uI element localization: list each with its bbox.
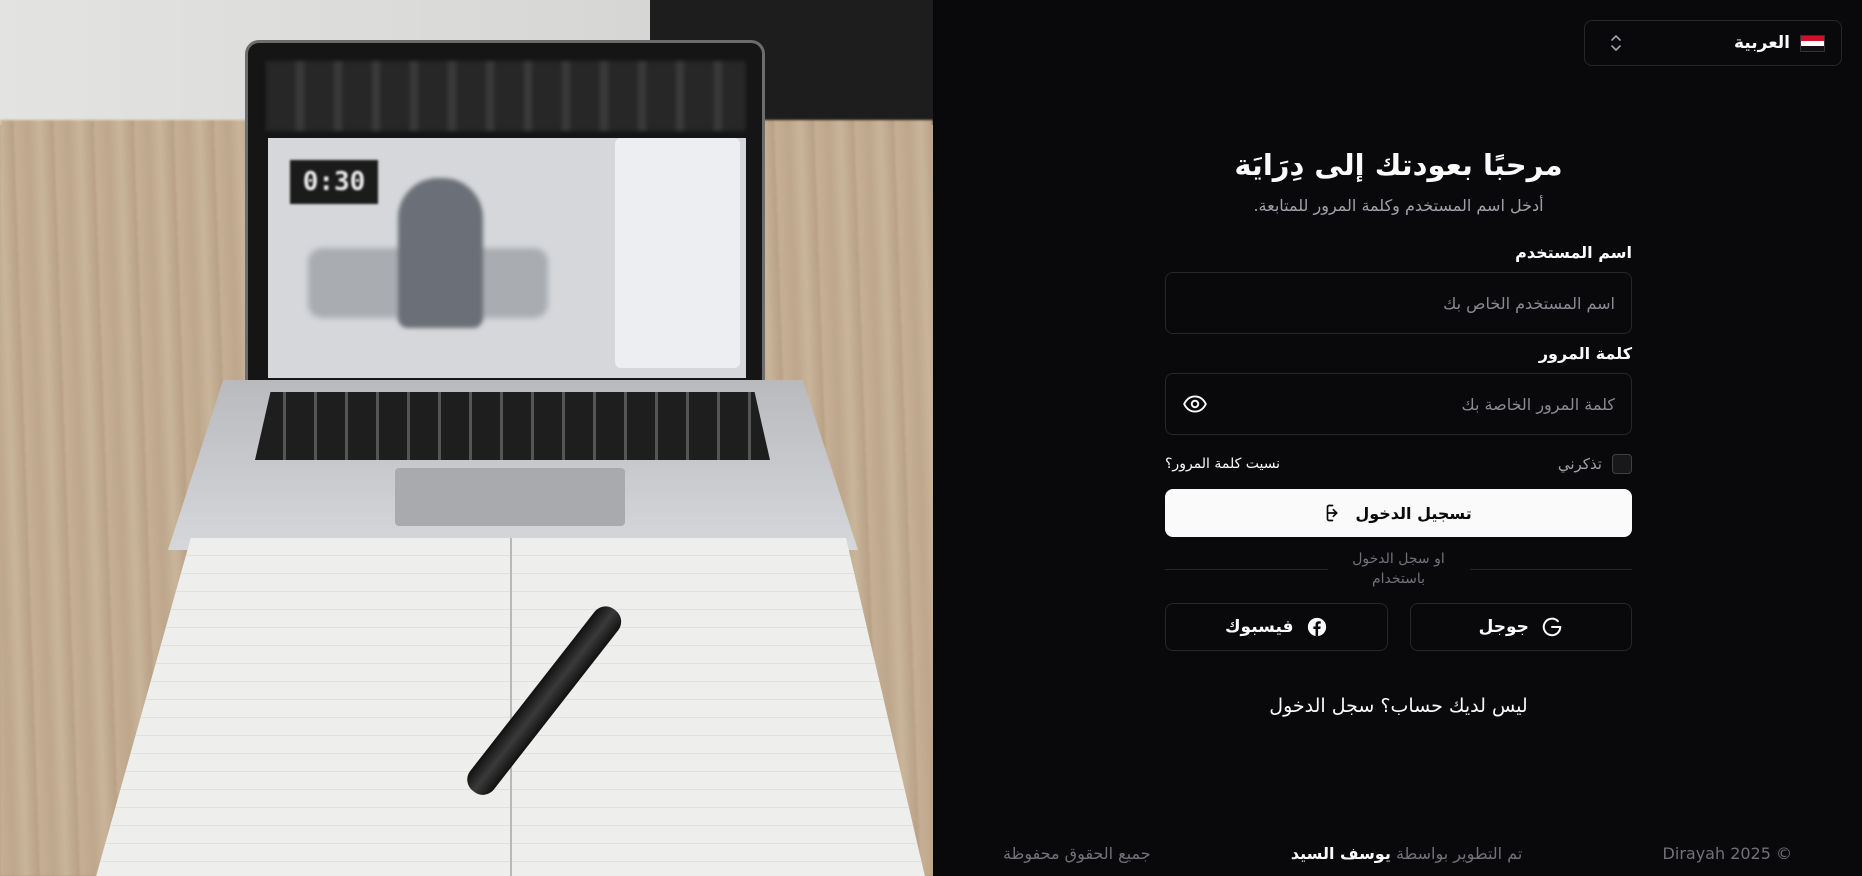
password-label: كلمة المرور (1538, 344, 1632, 363)
photo-trackpad (395, 468, 625, 526)
google-login-label: جوجل (1478, 617, 1529, 637)
forgot-password-link[interactable]: نسيت كلمة المرور؟ (1165, 456, 1280, 472)
facebook-login-label: فيسبوك (1224, 617, 1294, 637)
login-form: مرحبًا بعودتك إلى دِرَايَة أدخل اسم المس… (1165, 140, 1632, 717)
egypt-flag-icon (1800, 34, 1825, 52)
footer-developer-name[interactable]: يوسف السيد (1291, 844, 1391, 863)
remember-me: تذكرني (1558, 454, 1632, 474)
google-icon (1542, 617, 1562, 637)
register-link[interactable]: ليس لديك حساب؟ سجل الدخول (1165, 695, 1632, 717)
username-input[interactable] (1182, 293, 1615, 313)
facebook-icon (1307, 617, 1326, 637)
login-button-label: تسجيل الدخول (1355, 503, 1472, 523)
google-login-button[interactable]: جوجل (1409, 603, 1632, 651)
eye-icon[interactable] (1182, 391, 1208, 417)
login-panel: العربية مرحبًا بعودتك إلى دِرَايَة أدخل … (933, 0, 1862, 876)
login-button[interactable]: تسجيل الدخول (1165, 489, 1632, 537)
username-field-box (1165, 272, 1632, 334)
social-divider: او سجل الدخول باستخدام (1165, 549, 1632, 589)
remember-me-checkbox[interactable] (1612, 454, 1632, 474)
footer-developer: تم التطوير بواسطة يوسف السيد (1291, 844, 1522, 863)
login-options-row: تذكرني نسيت كلمة المرور؟ (1165, 453, 1632, 475)
facebook-login-button[interactable]: فيسبوك (1165, 603, 1388, 651)
footer: Dirayah 2025 © تم التطوير بواسطة يوسف ال… (933, 840, 1862, 866)
footer-copyright: Dirayah 2025 © (1662, 843, 1792, 863)
log-in-icon (1326, 504, 1338, 522)
password-field-box (1165, 373, 1632, 435)
hero-photo: 0:30 (0, 0, 933, 876)
username-label: اسم المستخدم (1515, 243, 1632, 262)
photo-laptop-screen: 0:30 (268, 138, 746, 378)
photo-laptop-lid: 0:30 (245, 40, 765, 390)
language-select[interactable]: العربية (1584, 20, 1842, 66)
photo-keyboard (255, 392, 770, 460)
page-title: مرحبًا بعودتك إلى دِرَايَة (1234, 148, 1563, 182)
password-input[interactable] (1208, 394, 1615, 414)
remember-me-label: تذكرني (1557, 455, 1602, 473)
social-divider-text: او سجل الدخول باستخدام (1327, 549, 1470, 589)
language-label: العربية (1733, 33, 1790, 53)
page-subtitle: أدخل اسم المستخدم وكلمة المرور للمتابعة. (1253, 196, 1544, 215)
social-login-row: جوجل فيسبوك (1165, 603, 1632, 651)
footer-developer-prefix: تم التطوير بواسطة (1395, 843, 1523, 863)
chevron-up-down-icon (1611, 35, 1621, 51)
photo-video-timer: 0:30 (290, 160, 378, 204)
footer-rights: جميع الحقوق محفوظة (1003, 843, 1151, 863)
photo-notebook (90, 538, 930, 876)
